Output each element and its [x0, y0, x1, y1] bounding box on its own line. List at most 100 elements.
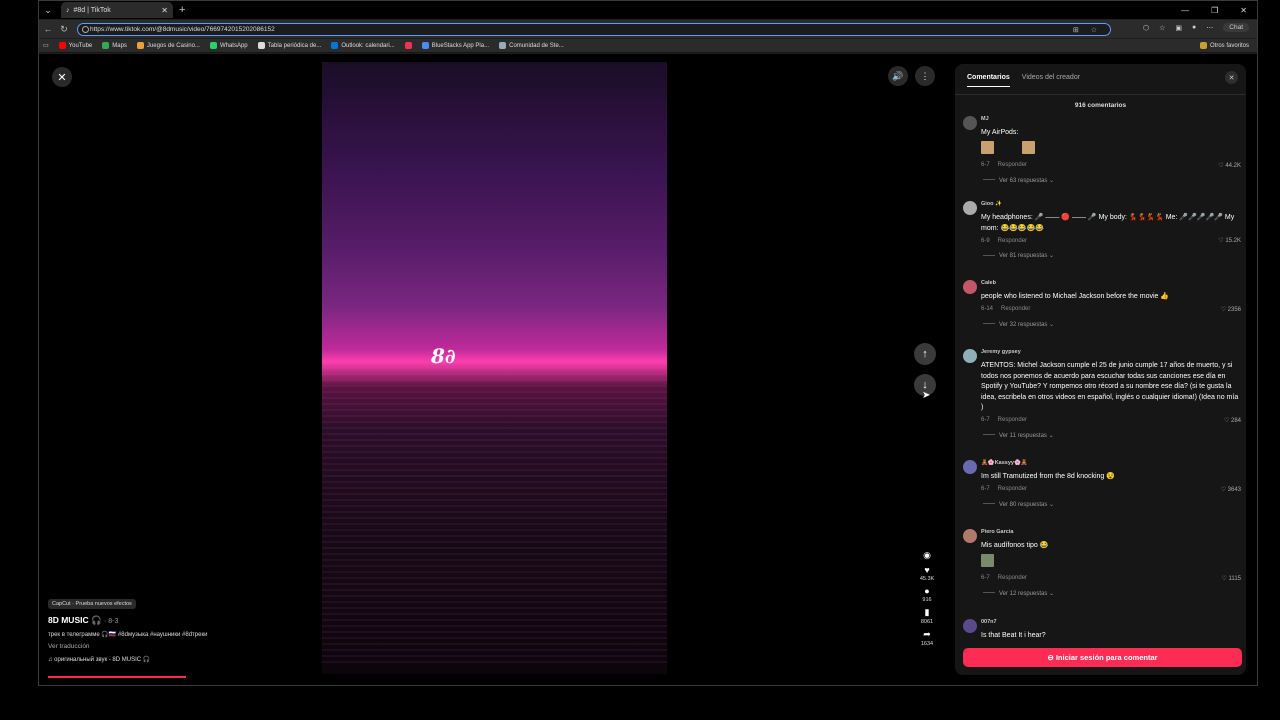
extensions-icon[interactable]: ⬡ — [1143, 24, 1149, 32]
more-menu-icon[interactable]: ⋯ — [1206, 24, 1213, 32]
close-icon: ✕ — [57, 71, 67, 84]
bookmark-steam[interactable]: Comunidad de Ste... — [499, 42, 564, 49]
avatar[interactable] — [963, 349, 977, 363]
close-tab-icon[interactable]: ✕ — [161, 6, 168, 15]
comment-like-count[interactable]: ♡ 284 — [1224, 417, 1241, 424]
comment-image[interactable] — [1022, 140, 1035, 154]
view-replies[interactable]: Ver 63 respuestas ⌄ — [981, 177, 1241, 184]
bookmark-outlook[interactable]: Outlook: calendari... — [331, 42, 395, 49]
view-replies[interactable]: Ver 32 respuestas ⌄ — [981, 321, 1241, 328]
comment-image[interactable] — [981, 140, 994, 154]
bookmark-generic[interactable] — [404, 42, 412, 49]
other-bookmarks[interactable]: Otros favoritos — [1199, 42, 1249, 49]
comment-date: 6-7 — [981, 417, 990, 423]
close-panel-button[interactable]: ✕ — [1225, 71, 1238, 84]
reload-icon[interactable]: ↻ — [59, 24, 69, 35]
browser-tab[interactable]: ♪ #8d | TikTok ✕ — [61, 2, 173, 18]
comments-panel: Comentarios Videos del creador ✕ 916 com… — [955, 64, 1246, 675]
bookmark-youtube[interactable]: YouTube — [58, 42, 92, 49]
video-progress-bar[interactable] — [48, 676, 186, 678]
comment-user[interactable]: 🧸🌸Kassyy🌸🧸 — [981, 460, 1241, 466]
comment-like-count[interactable]: ♡ 44.2K — [1218, 162, 1241, 169]
video-sea-texture — [322, 367, 667, 667]
profile-avatar[interactable]: ● — [1192, 24, 1196, 31]
bookmark-casino[interactable]: Juegos de Casino... — [136, 42, 200, 49]
browser-window: ⌄ ♪ #8d | TikTok ✕ + — ❐ ✕ ← ↻ https://w… — [38, 0, 1258, 686]
bookmark-icon: ▮ — [924, 607, 930, 617]
avatar[interactable] — [963, 201, 977, 215]
comment-user[interactable]: Jeremy gypsey — [981, 349, 1241, 355]
avatar[interactable] — [963, 460, 977, 474]
maximize-icon[interactable]: ❐ — [1211, 6, 1218, 15]
comment-date: 6-9 — [981, 237, 990, 244]
login-to-comment-button[interactable]: ⊖ Iniciar sesión para comentar — [963, 648, 1242, 667]
arrow-up-icon: ↑ — [922, 348, 928, 360]
reply-button[interactable]: Responder — [1001, 306, 1030, 312]
creator-avatar[interactable]: ◉ — [923, 550, 931, 561]
new-tab-button[interactable]: + — [179, 4, 185, 16]
bookmark-maps[interactable]: Maps — [102, 42, 127, 49]
share-button[interactable]: ➦ 1634 — [921, 629, 933, 647]
comment-text: Im still Tramutized from the 8d knocking… — [981, 473, 1115, 480]
video-actions: ◉ ♥ 45.3K ● 916 ▮ 8061 ➦ 1634 — [915, 550, 939, 647]
view-replies[interactable]: Ver 81 respuestas ⌄ — [981, 252, 1241, 259]
bookmark-apps-icon[interactable]: ▭ — [43, 42, 49, 49]
bookmark-star-icon[interactable]: ⊞ ☆ — [1073, 26, 1102, 34]
close-window-icon[interactable]: ✕ — [1240, 6, 1247, 15]
like-button[interactable]: ♥ 45.3K — [920, 565, 934, 582]
close-video-button[interactable]: ✕ — [52, 67, 72, 87]
comment-date: 6-7 — [981, 162, 990, 168]
save-button[interactable]: ▮ 8061 — [921, 607, 933, 625]
reply-button[interactable]: Responder — [998, 417, 1027, 423]
reply-button[interactable]: Responder — [998, 238, 1027, 244]
avatar[interactable] — [963, 280, 977, 294]
heart-icon: ♥ — [924, 565, 930, 575]
more-options-button[interactable]: ⋮ — [915, 66, 935, 86]
volume-button[interactable]: 🔊 — [888, 66, 908, 86]
collections-icon[interactable]: ▣ — [1175, 24, 1182, 32]
translate-link[interactable]: Ver traducción — [48, 643, 348, 650]
comment-user[interactable]: Caleb — [981, 280, 1241, 286]
comment-like-count[interactable]: ♡ 15.2K — [1218, 237, 1241, 244]
chat-button[interactable]: Chat — [1223, 23, 1249, 32]
comment-icon: ● — [924, 586, 930, 596]
comment-user[interactable]: Piero Garcia — [981, 529, 1241, 535]
capcut-badge[interactable]: CapCut · Prueba nuevos efectos — [48, 599, 136, 609]
comment-user[interactable]: Gioo ✨ — [981, 201, 1241, 207]
tab-search-icon[interactable]: ⌄ — [41, 3, 55, 17]
comment-image[interactable] — [981, 553, 994, 567]
view-replies[interactable]: Ver 11 respuestas ⌄ — [981, 432, 1241, 439]
video-author[interactable]: 8D MUSIC 🎧 · 8-3 — [48, 615, 348, 626]
sound-link[interactable]: ♫ оригинальный звук - 8D MUSIC 🎧 — [48, 656, 348, 663]
comment-user[interactable]: 007n7 — [981, 619, 1241, 625]
comment-date: 6-7 — [981, 575, 990, 581]
tab-creator-videos[interactable]: Videos del creador — [1022, 74, 1080, 87]
bookmark-periodic-table[interactable]: Tabla periódica de... — [257, 42, 321, 49]
view-replies[interactable]: Ver 12 respuestas ⌄ — [981, 590, 1241, 597]
comment-user[interactable]: MJ — [981, 116, 1241, 122]
url-text: https://www.tiktok.com/@8dmusic/video/76… — [90, 26, 275, 33]
reply-button[interactable]: Responder — [998, 486, 1027, 492]
video-player[interactable] — [322, 62, 667, 674]
back-icon[interactable]: ← — [43, 24, 53, 34]
reply-button[interactable]: Responder — [998, 162, 1027, 168]
comment-like-count[interactable]: ♡ 3643 — [1221, 486, 1241, 493]
site-info-icon[interactable] — [82, 26, 89, 33]
avatar[interactable] — [963, 116, 977, 130]
favorites-icon[interactable]: ☆ — [1159, 24, 1165, 32]
tab-comments[interactable]: Comentarios — [967, 74, 1010, 87]
minimize-icon[interactable]: — — [1181, 6, 1189, 15]
avatar[interactable] — [963, 619, 977, 633]
comment-like-count[interactable]: ♡ 1115 — [1221, 575, 1241, 582]
bookmark-bluestacks[interactable]: BlueStacks App Pla... — [421, 42, 489, 49]
url-field[interactable]: https://www.tiktok.com/@8dmusic/video/76… — [77, 23, 1111, 36]
comment-button[interactable]: ● 916 — [922, 586, 931, 603]
view-replies[interactable]: Ver 80 respuestas ⌄ — [981, 501, 1241, 508]
bookmark-whatsapp[interactable]: WhatsApp — [209, 42, 248, 49]
video-logo: 8∂ — [431, 344, 456, 368]
avatar[interactable] — [963, 529, 977, 543]
comment-like-count[interactable]: ♡ 2356 — [1221, 306, 1241, 313]
share-count: 1634 — [920, 641, 934, 647]
previous-video-button[interactable]: ↑ — [914, 343, 936, 365]
reply-button[interactable]: Responder — [998, 575, 1027, 581]
